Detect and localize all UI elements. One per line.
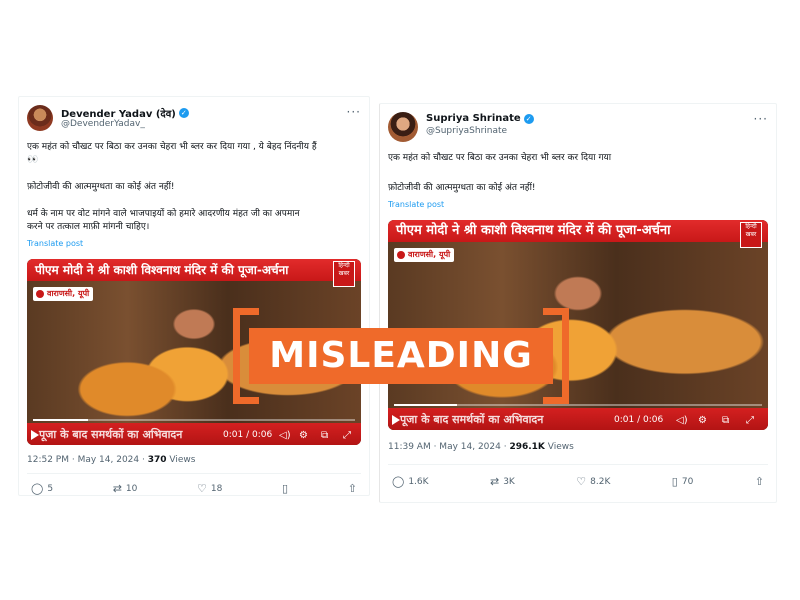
tweet-card-devender: Devender Yadav (देव) ✓ @DevenderYadav_ ·… <box>18 96 370 496</box>
bookmark-icon: ▯ <box>671 475 678 488</box>
share-icon: ⇧ <box>347 482 357 495</box>
repost-count: 10 <box>125 483 138 494</box>
volume-icon[interactable]: ◁) <box>279 430 291 441</box>
avatar[interactable] <box>388 112 418 142</box>
translate-post-link[interactable]: Translate post <box>27 239 83 248</box>
tweet-emoji: 👀 <box>27 155 39 165</box>
video-progress-bar[interactable] <box>394 404 762 406</box>
repost-count: 3K <box>503 476 515 487</box>
video-banner-text: पीएम मोदी ने श्री काशी विश्वनाथ मंदिर मे… <box>27 259 361 281</box>
reply-button[interactable]: ◯ 5 <box>31 483 53 494</box>
action-bar: ◯ 1.6K ⇄ 3K ♡ 8.2K ▯ 70 ⇧ <box>392 476 764 487</box>
play-icon[interactable] <box>31 430 39 440</box>
video-caption-strip: पूजा के बाद समर्थकों का अभिवादन <box>27 423 361 445</box>
video-progress-fill <box>33 419 88 421</box>
author-name[interactable]: Supriya Shrinate <box>426 113 521 124</box>
repost-button[interactable]: ⇄ 10 <box>113 483 138 494</box>
tweet-meta: 12:52 PM · May 14, 2024 · 370 Views <box>27 455 195 465</box>
translate-post-link[interactable]: Translate post <box>388 200 444 209</box>
repost-icon: ⇄ <box>112 482 122 495</box>
video-caption: पूजा के बाद समर्थकों का अभिवादन <box>39 428 183 441</box>
tweet-header: Devender Yadav (देव) ✓ @DevenderYadav_ ·… <box>27 105 361 135</box>
author-name[interactable]: Devender Yadav (देव) <box>61 106 176 120</box>
reply-button[interactable]: ◯ 1.6K <box>392 476 429 487</box>
reply-count: 5 <box>47 483 54 494</box>
bookmark-button[interactable]: ▯ <box>282 483 288 494</box>
verified-icon: ✓ <box>523 113 534 124</box>
divider <box>388 464 768 465</box>
bookmark-count: 70 <box>681 476 694 487</box>
video-location-tag: वाराणसी, यूपी <box>394 248 455 262</box>
views-label: Views <box>544 442 574 452</box>
share-button[interactable]: ⇧ <box>755 476 764 487</box>
divider <box>27 473 361 474</box>
tweet-text-line: धर्म के नाम पर वोट मांगने वाले भाजपाइयों… <box>27 209 300 219</box>
verified-icon: ✓ <box>178 108 189 118</box>
views-count: 296.1K <box>509 442 545 452</box>
tweet-meta: 11:39 AM · May 14, 2024 · 296.1K Views <box>388 442 574 452</box>
author-handle[interactable]: @SupriyaShrinate <box>426 126 507 136</box>
bookmark-icon: ▯ <box>282 482 289 495</box>
views-count: 370 <box>147 455 167 465</box>
more-icon[interactable]: ··· <box>754 112 768 126</box>
share-icon: ⇧ <box>754 475 764 488</box>
channel-logo: हिन्दी खबर <box>740 222 762 248</box>
tweet-text-line: एक महंत को चौखट पर बिठा कर उनका चेहरा भी… <box>27 142 317 152</box>
like-icon: ♡ <box>576 475 587 488</box>
picture-in-picture-icon[interactable]: ⧉ <box>321 430 328 441</box>
tweet-text-line: एक महंत को चौखट पर बिठा कर उनका चेहरा भी… <box>388 153 612 163</box>
avatar[interactable] <box>27 105 53 131</box>
tweet-card-supriya: Supriya Shrinate ✓ @SupriyaShrinate ··· … <box>379 103 777 503</box>
channel-logo: हिन्दी खबर <box>333 261 355 287</box>
timestamp[interactable]: 11:39 AM · May 14, 2024 · <box>388 442 509 452</box>
repost-button[interactable]: ⇄ 3K <box>490 476 515 487</box>
share-button[interactable]: ⇧ <box>348 483 357 494</box>
video-caption-strip: पूजा के बाद समर्थकों का अभिवादन <box>388 408 768 430</box>
like-icon: ♡ <box>197 482 207 495</box>
video-caption: पूजा के बाद समर्थकों का अभिवादन <box>400 413 544 426</box>
picture-in-picture-icon[interactable]: ⧉ <box>722 415 729 426</box>
reply-icon: ◯ <box>31 482 44 495</box>
video-banner-text: पीएम मोदी ने श्री काशी विश्वनाथ मंदिर मे… <box>388 220 768 242</box>
tweet-text-line: फ़ोटोजीवी की आत्ममुग्धता का कोई अंत नहीं… <box>388 183 536 193</box>
video-time: 0:01 / 0:06 <box>223 430 273 440</box>
author-handle[interactable]: @DevenderYadav_ <box>61 119 145 129</box>
video-location-tag: वाराणसी, यूपी <box>33 287 94 301</box>
like-button[interactable]: ♡ 18 <box>197 483 222 494</box>
play-icon[interactable] <box>392 415 400 425</box>
video-progress-fill <box>394 404 457 406</box>
misleading-stamp: MISLEADING <box>233 308 569 404</box>
tweet-text-line: करने पर तत्काल माफ़ी मांगनी चाहिए। <box>27 222 150 232</box>
repost-icon: ⇄ <box>489 475 500 488</box>
timestamp[interactable]: 12:52 PM · May 14, 2024 · <box>27 455 148 465</box>
misleading-label: MISLEADING <box>249 328 553 384</box>
volume-icon[interactable]: ◁) <box>676 415 688 426</box>
like-button[interactable]: ♡ 8.2K <box>576 476 610 487</box>
author-name-row[interactable]: Supriya Shrinate ✓ <box>426 113 534 124</box>
settings-icon[interactable]: ⚙ <box>299 430 308 441</box>
views-label: Views <box>166 455 196 465</box>
tweet-text-line: फ़ोटोजीवी की आत्ममुग्धता का कोई अंत नहीं… <box>27 182 175 192</box>
video-time: 0:01 / 0:06 <box>614 415 664 425</box>
author-name-row[interactable]: Devender Yadav (देव) ✓ <box>61 106 189 120</box>
action-bar: ◯ 5 ⇄ 10 ♡ 18 ▯ ⇧ <box>31 483 357 494</box>
tweet-header: Supriya Shrinate ✓ @SupriyaShrinate ··· <box>388 112 768 142</box>
reply-icon: ◯ <box>392 475 405 488</box>
settings-icon[interactable]: ⚙ <box>698 415 707 426</box>
fullscreen-icon[interactable]: ⤢ <box>746 415 754 426</box>
video-progress-bar[interactable] <box>33 419 355 421</box>
more-icon[interactable]: ··· <box>347 105 361 119</box>
fullscreen-icon[interactable]: ⤢ <box>343 430 351 441</box>
reply-count: 1.6K <box>408 476 429 487</box>
bookmark-button[interactable]: ▯ 70 <box>672 476 694 487</box>
like-count: 18 <box>210 483 223 494</box>
like-count: 8.2K <box>590 476 611 487</box>
